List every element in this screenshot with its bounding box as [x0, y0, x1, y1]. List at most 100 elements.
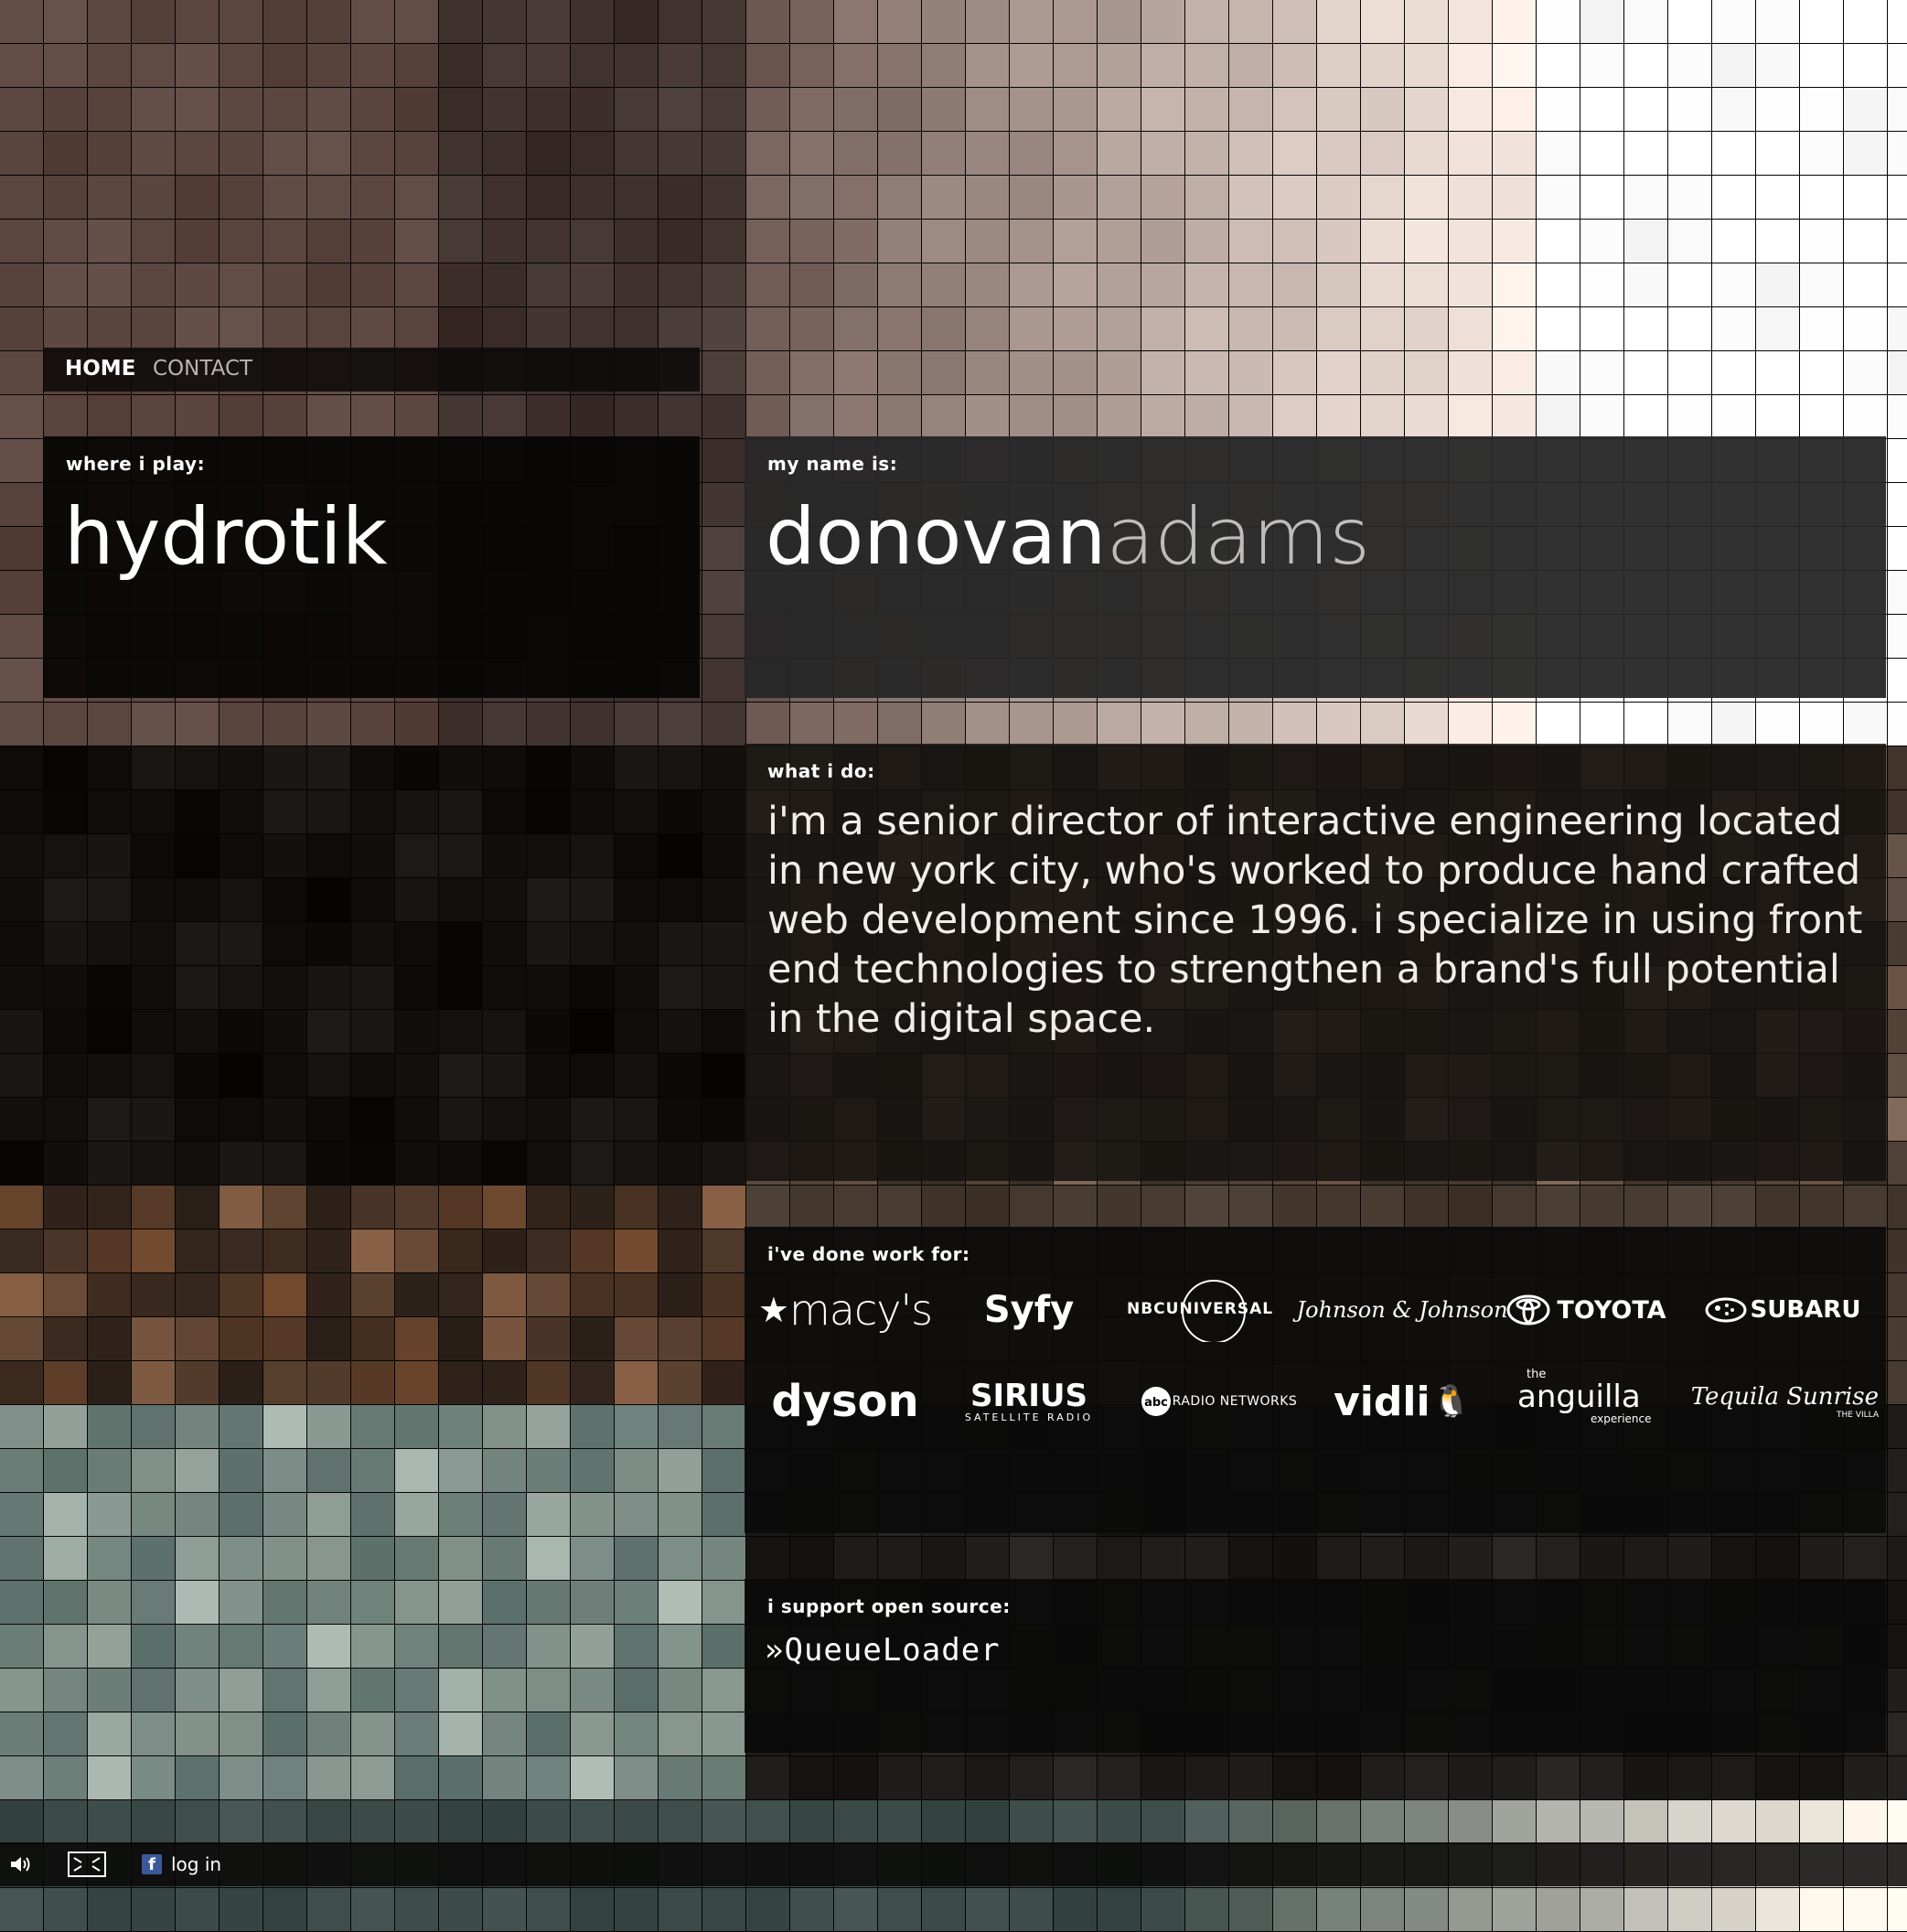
mosaic-tile — [483, 878, 527, 922]
mosaic-tile — [351, 1010, 395, 1054]
facebook-login-button[interactable]: f log in — [142, 1842, 221, 1886]
mosaic-tile — [263, 1010, 307, 1054]
mosaic-tile — [1493, 703, 1537, 746]
mosaic-tile — [922, 703, 966, 746]
mosaic-tile — [439, 395, 483, 439]
mosaic-tile — [1054, 44, 1098, 88]
mosaic-tile — [0, 1098, 44, 1142]
mosaic-tile — [88, 220, 132, 263]
mosaic-tile — [966, 176, 1010, 220]
mosaic-tile — [1537, 307, 1580, 351]
mosaic-tile — [220, 834, 263, 878]
mosaic-tile — [307, 1405, 351, 1449]
mosaic-tile — [1624, 1888, 1668, 1932]
mosaic-tile — [439, 220, 483, 263]
mosaic-tile — [395, 746, 439, 790]
mosaic-tile — [1888, 1229, 1907, 1273]
nav-home-link[interactable]: HOME — [65, 357, 135, 381]
nav-contact-link[interactable]: CONTACT — [153, 357, 252, 381]
mosaic-tile — [1273, 263, 1317, 307]
mosaic-tile — [1054, 132, 1098, 176]
mosaic-tile — [307, 1229, 351, 1273]
mosaic-tile — [1624, 263, 1668, 307]
mosaic-tile — [1844, 0, 1888, 44]
mosaic-tile — [0, 966, 44, 1010]
mosaic-tile — [220, 1581, 263, 1625]
mosaic-tile — [1493, 263, 1537, 307]
mosaic-tile — [0, 439, 44, 483]
mosaic-tile — [1185, 0, 1229, 44]
mosaic-tile — [1273, 44, 1317, 88]
mosaic-tile — [834, 44, 878, 88]
mosaic-tile — [263, 1273, 307, 1317]
mosaic-tile — [220, 132, 263, 176]
svg-text:abc: abc — [1144, 1396, 1168, 1410]
mosaic-tile — [1888, 922, 1907, 966]
bird-icon: 🐧 — [1431, 1383, 1471, 1420]
mosaic-tile — [439, 0, 483, 44]
mosaic-tile — [615, 1449, 659, 1493]
subaru-emblem-icon — [1705, 1297, 1747, 1323]
mosaic-tile — [1712, 307, 1756, 351]
mosaic-tile — [1010, 88, 1054, 132]
queueloader-link[interactable]: »QueueLoader — [765, 1632, 1001, 1669]
mosaic-tile — [1756, 132, 1800, 176]
mosaic-tile — [659, 1010, 702, 1054]
mosaic-tile — [571, 966, 615, 1010]
mosaic-tile — [571, 703, 615, 746]
mosaic-tile — [220, 1493, 263, 1537]
mosaic-tile — [307, 1010, 351, 1054]
mosaic-tile — [1185, 220, 1229, 263]
mosaic-tile — [263, 263, 307, 307]
mosaic-tile — [790, 263, 834, 307]
mosaic-tile — [702, 1888, 746, 1932]
mosaic-tile — [263, 1493, 307, 1537]
mosaic-tile — [1624, 1756, 1668, 1800]
mosaic-tile — [132, 1756, 176, 1800]
mosaic-tile — [1317, 1888, 1361, 1932]
mosaic-tile — [395, 1273, 439, 1317]
mosaic-tile — [176, 1186, 220, 1229]
mosaic-tile — [220, 0, 263, 44]
mosaic-tile — [1888, 351, 1907, 395]
mosaic-tile — [176, 878, 220, 922]
mosaic-tile — [1888, 746, 1907, 790]
mosaic-tile — [132, 1405, 176, 1449]
mosaic-tile — [307, 922, 351, 966]
mosaic-tile — [1185, 1186, 1229, 1229]
mosaic-tile — [351, 1186, 395, 1229]
mosaic-tile — [527, 132, 571, 176]
mosaic-tile — [878, 395, 922, 439]
mosaic-tile — [395, 1229, 439, 1273]
mosaic-tile — [439, 263, 483, 307]
mosaic-tile — [527, 1712, 571, 1756]
mosaic-tile — [0, 220, 44, 263]
mosaic-tile — [439, 878, 483, 922]
mosaic-tile — [1844, 1537, 1888, 1581]
mosaic-tile — [483, 1229, 527, 1273]
mosaic-tile — [1273, 132, 1317, 176]
mosaic-tile — [307, 834, 351, 878]
mosaic-tile — [615, 1229, 659, 1273]
mosaic-tile — [132, 1273, 176, 1317]
mosaic-tile — [1054, 176, 1098, 220]
mosaic-tile — [1888, 1449, 1907, 1493]
mosaic-tile — [483, 1493, 527, 1537]
mosaic-tile — [88, 132, 132, 176]
mosaic-tile — [0, 44, 44, 88]
mosaic-tile — [1756, 0, 1800, 44]
mosaic-tile — [176, 1098, 220, 1142]
mosaic-tile — [659, 1054, 702, 1098]
mosaic-tile — [659, 1800, 702, 1844]
speaker-icon[interactable] — [9, 1842, 33, 1886]
fullscreen-icon[interactable] — [68, 1842, 106, 1886]
mosaic-tile — [966, 1800, 1010, 1844]
mosaic-tile — [132, 1317, 176, 1361]
mosaic-tile — [1888, 395, 1907, 439]
mosaic-tile — [702, 132, 746, 176]
mosaic-tile — [790, 176, 834, 220]
mosaic-tile — [483, 44, 527, 88]
mosaic-tile — [351, 878, 395, 922]
mosaic-tile — [44, 220, 88, 263]
mosaic-tile — [1229, 1186, 1273, 1229]
